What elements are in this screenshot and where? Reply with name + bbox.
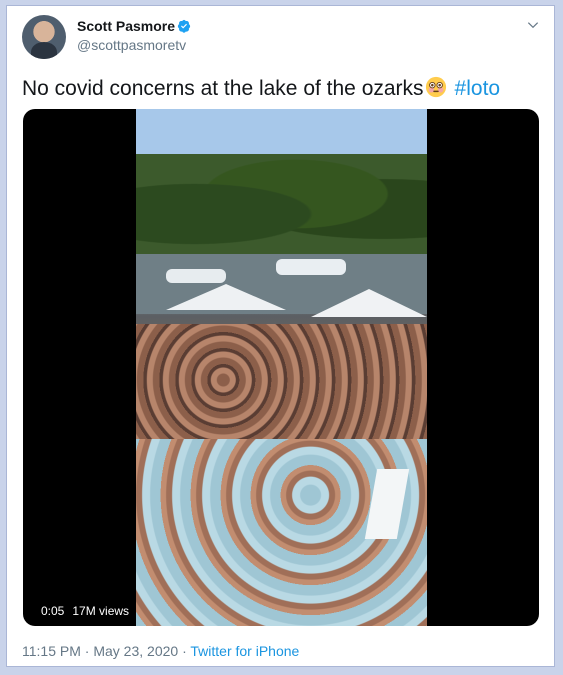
video-trees bbox=[136, 154, 427, 254]
tweet-time[interactable]: 11:15 PM bbox=[22, 643, 81, 659]
tweet-card: Scott Pasmore @scottpasmoretv No covid c… bbox=[6, 5, 555, 667]
tweet-date[interactable]: May 23, 2020 bbox=[93, 643, 178, 659]
meta-separator: · bbox=[80, 643, 94, 659]
video-boat bbox=[166, 269, 226, 283]
hashtag-link[interactable]: #loto bbox=[455, 77, 501, 100]
video-player[interactable]: 0:05 17M views bbox=[23, 109, 539, 626]
verified-badge-icon bbox=[177, 19, 191, 33]
tweet-source-link[interactable]: Twitter for iPhone bbox=[190, 643, 299, 659]
author-name[interactable]: Scott Pasmore bbox=[77, 18, 175, 34]
tweet-body: No covid concerns at the lake of the oza… bbox=[22, 77, 424, 100]
avatar[interactable] bbox=[22, 15, 66, 59]
video-frame bbox=[136, 109, 427, 626]
meta-separator: · bbox=[178, 643, 191, 659]
video-views: 17M views bbox=[72, 604, 130, 618]
video-overlay: 0:05 17M views bbox=[41, 604, 129, 618]
video-boat bbox=[276, 259, 346, 275]
tweet-meta: 11:15 PM · May 23, 2020 · Twitter for iP… bbox=[22, 643, 299, 659]
chevron-down-icon[interactable] bbox=[526, 18, 540, 32]
video-time: 0:05 bbox=[41, 604, 65, 618]
tweet-text: No covid concerns at the lake of the oza… bbox=[22, 76, 500, 101]
author-handle[interactable]: @scottpasmoretv bbox=[77, 37, 186, 53]
flushed-face-emoji-icon bbox=[425, 76, 446, 98]
